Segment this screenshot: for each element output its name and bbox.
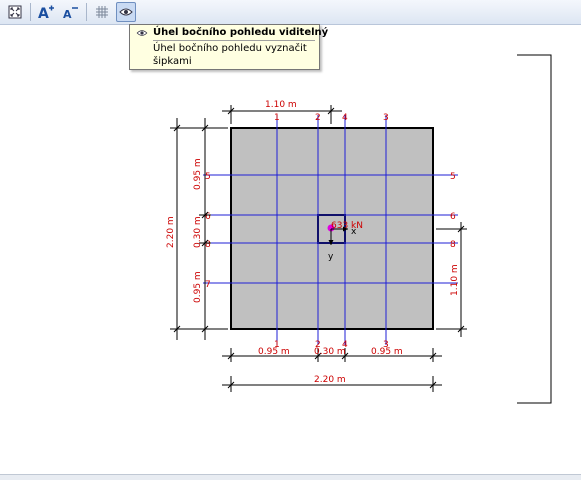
grid-icon	[96, 6, 108, 18]
axis-label-5-left: 5	[205, 172, 211, 182]
axis-label-7-left: 7	[205, 280, 211, 290]
side-view-angle-button[interactable]	[116, 2, 136, 22]
grid-button[interactable]	[92, 2, 112, 22]
dim-left-b: 0.30 m	[193, 216, 203, 248]
local-x-label: x	[351, 227, 357, 237]
dim-bottom-total: 2.20 m	[314, 375, 346, 385]
eye-icon	[119, 8, 133, 16]
dim-bottom-b: 0.30 m	[314, 347, 346, 357]
svg-text:A: A	[38, 6, 49, 20]
dim-left-total: 2.20 m	[166, 216, 176, 248]
font-decrease-icon: A	[63, 7, 78, 20]
dim-left-a: 0.95 m	[193, 158, 203, 190]
status-bar	[0, 474, 581, 480]
svg-text:A: A	[63, 8, 72, 20]
local-y-label: y	[328, 252, 334, 262]
dim-bottom-a: 0.95 m	[258, 347, 290, 357]
axis-label-1-top: 1	[274, 113, 280, 123]
font-increase-button[interactable]: A	[36, 2, 56, 22]
toolbar: A A	[0, 0, 581, 25]
font-decrease-button[interactable]: A	[60, 2, 80, 22]
axis-label-8-right: 8	[450, 240, 456, 250]
dim-top: 1.10 m	[265, 100, 297, 110]
dim-bottom-c: 0.95 m	[371, 347, 403, 357]
axis-label-6-right: 6	[450, 212, 456, 222]
zoom-extents-icon	[8, 5, 22, 19]
axis-label-4-top: 4	[342, 113, 348, 123]
zoom-extents-button[interactable]	[5, 2, 25, 22]
axis-label-3-top: 3	[383, 113, 389, 123]
dim-right: 1.10 m	[450, 264, 460, 296]
side-view-bracket	[517, 54, 552, 404]
axis-label-2-top: 2	[315, 113, 321, 123]
dim-left-c: 0.95 m	[193, 271, 203, 303]
font-increase-icon: A	[38, 5, 54, 20]
axis-label-5-right: 5	[450, 172, 456, 182]
footing-drawing: 1 2 4 3 1 2 4 3 5 6 8 7 5 6 8 633 kN x y…	[166, 54, 552, 404]
